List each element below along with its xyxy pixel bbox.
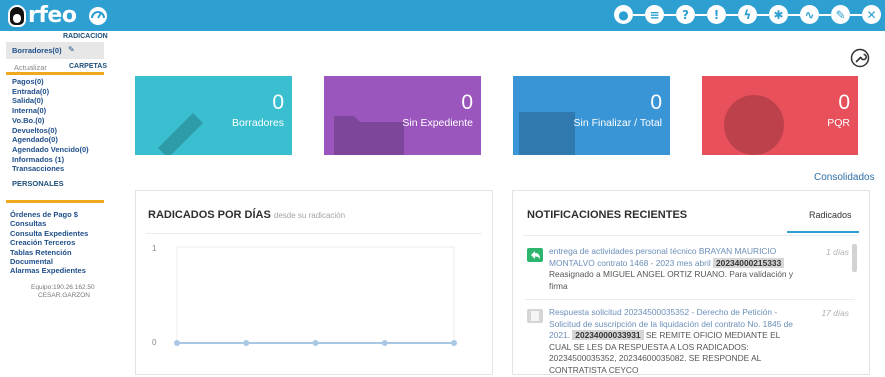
sidebar-item-entrada[interactable]: Entrada(0) <box>12 87 49 97</box>
card-value: 0 <box>838 91 850 114</box>
chart-series <box>174 340 457 346</box>
menu-documental[interactable]: Documental <box>10 257 53 267</box>
logo-text: rfeo <box>28 3 77 28</box>
card-sin-expediente[interactable]: 0 Sin Expediente <box>324 76 481 155</box>
radicados-subtitle: desde su radicación <box>273 211 346 220</box>
card-label: PQR <box>827 117 850 129</box>
notification-item[interactable]: Respuesta solicitud 20234500035352 - Der… <box>527 307 851 377</box>
radicados-title: RADICADOS POR DÍAS <box>148 209 271 221</box>
notification-text: Respuesta solicitud 20234500035352 - Der… <box>549 307 799 377</box>
list-icon[interactable]: ≡ <box>633 5 664 24</box>
panel-divider <box>146 233 482 234</box>
radicado-badge[interactable]: 20234000033931 <box>572 330 644 341</box>
personales-heading[interactable]: PERSONALES <box>12 179 64 189</box>
card-value: 0 <box>650 91 662 114</box>
radicados-chart: 1 0 <box>152 244 457 347</box>
data-point <box>243 340 250 346</box>
document-icon <box>527 309 543 323</box>
notification-days: 1 días <box>826 247 849 257</box>
close-icon[interactable]: ✕ <box>850 5 881 24</box>
notification-detail: Reasignado a MIGUEL ANGEL ORTIZ RUANO. P… <box>549 269 794 291</box>
edit-icon[interactable]: ✎ <box>819 5 850 24</box>
orfeo-mascot-icon <box>8 4 26 27</box>
help-icon[interactable]: ? <box>664 5 695 24</box>
sidebar-item-pagos[interactable]: Pagos(0) <box>12 77 44 87</box>
exclamation-icon <box>724 95 784 155</box>
card-value: 0 <box>272 91 284 114</box>
wrench-icon[interactable] <box>850 48 870 68</box>
card-label: Borradores <box>232 117 284 129</box>
header-icon-bar: ● ≡ ? ! ϟ ✱ ∿ ✎ ✕ <box>602 5 881 24</box>
menu-creacion-terceros[interactable]: Creación Terceros <box>10 238 75 248</box>
notifications-scrollbar[interactable] <box>852 244 857 272</box>
radicado-badge[interactable]: 20234000215333 <box>713 257 785 268</box>
consolidados-link[interactable]: Consolidados <box>814 172 875 183</box>
card-sin-finalizar[interactable]: 0 Sin Finalizar / Total <box>513 76 670 155</box>
panel-divider <box>523 235 859 236</box>
sidebar-item-agendado[interactable]: Agendado(0) <box>12 135 58 145</box>
notification-text: entrega de actividades personal técnico … <box>549 246 799 292</box>
notifications-panel: NOTIFICACIONES RECIENTES Radicados entre… <box>512 190 870 375</box>
reply-icon <box>527 248 543 262</box>
equipo-ip: Equipo:190.26.162.50 <box>31 284 95 291</box>
orange-divider-2 <box>6 200 104 203</box>
borradores-link[interactable]: Borradores(0) <box>12 46 62 55</box>
notifications-title: NOTIFICACIONES RECIENTES <box>527 209 688 221</box>
folder-icon <box>334 116 404 155</box>
radicacion-heading: RADICACION <box>63 33 108 40</box>
sidebar-item-interna[interactable]: Interna(0) <box>12 106 46 116</box>
edit-small-icon[interactable]: ✎ <box>68 45 75 54</box>
menu-alarmas-expedientes[interactable]: Alarmas Expedientes <box>10 266 86 276</box>
radicados-title-wrap: RADICADOS POR DÍAS desde su radicación <box>148 209 345 221</box>
card-value: 0 <box>461 91 473 114</box>
data-point <box>381 340 388 346</box>
card-label: Sin Finalizar / Total <box>573 117 662 129</box>
carpetas-heading: CARPETAS <box>69 63 107 70</box>
card-borradores[interactable]: 0 Borradores <box>135 76 292 155</box>
sidebar-item-informados[interactable]: Informados (1) <box>12 155 64 165</box>
sidebar-item-transacciones[interactable]: Transacciones <box>12 164 64 174</box>
notification-days: 17 días <box>821 308 849 318</box>
data-point <box>312 340 319 346</box>
tab-radicados[interactable]: Radicados <box>809 210 852 220</box>
username: CESAR.GARZON <box>38 292 91 299</box>
orange-divider <box>6 72 104 75</box>
card-label: Sin Expediente <box>402 117 473 129</box>
flash-icon[interactable]: ϟ <box>726 5 757 24</box>
menu-consultas[interactable]: Consultas <box>10 219 46 229</box>
info-icon[interactable]: ! <box>695 5 726 24</box>
menu-ordenes-pago[interactable]: Órdenes de Pago $ <box>10 210 78 220</box>
settings-icon[interactable]: ✱ <box>757 5 788 24</box>
card-pqr[interactable]: 0 PQR <box>702 76 858 155</box>
pencil-icon <box>158 113 203 155</box>
sidebar: RADICACION Borradores(0) ✎ Actualizar CA… <box>0 31 110 375</box>
dashboard-icon[interactable] <box>88 6 108 26</box>
actualizar-link[interactable]: Actualizar <box>14 63 47 72</box>
tab-underline <box>787 231 859 233</box>
activity-icon[interactable]: ∿ <box>788 5 819 24</box>
y-tick-1: 1 <box>152 244 157 253</box>
radicados-panel: RADICADOS POR DÍAS desde su radicación 1… <box>135 190 493 375</box>
sidebar-item-salida[interactable]: Salida(0) <box>12 96 43 106</box>
chart-frame <box>176 246 455 344</box>
sidebar-item-devueltos[interactable]: Devueltos(0) <box>12 126 57 136</box>
notification-item[interactable]: entrega de actividades personal técnico … <box>527 246 851 302</box>
sidebar-item-vobo[interactable]: Vo.Bo.(0) <box>12 116 44 126</box>
inbox-icon <box>519 112 575 155</box>
data-point <box>174 340 180 346</box>
sidebar-item-agendado-vencido[interactable]: Agendado Vencido(0) <box>12 145 89 155</box>
user-profile-icon[interactable]: ● <box>614 5 633 24</box>
top-bar: rfeo ● ≡ ? ! ϟ ✱ ∿ ✎ ✕ <box>0 0 885 31</box>
orfeo-logo[interactable]: rfeo <box>8 3 108 28</box>
menu-consulta-expedientes[interactable]: Consulta Expedientes <box>10 229 88 239</box>
data-point <box>451 340 457 346</box>
borradores-box: Borradores(0) ✎ <box>6 42 104 59</box>
y-tick-0: 0 <box>152 338 157 347</box>
notification-divider <box>525 299 855 300</box>
